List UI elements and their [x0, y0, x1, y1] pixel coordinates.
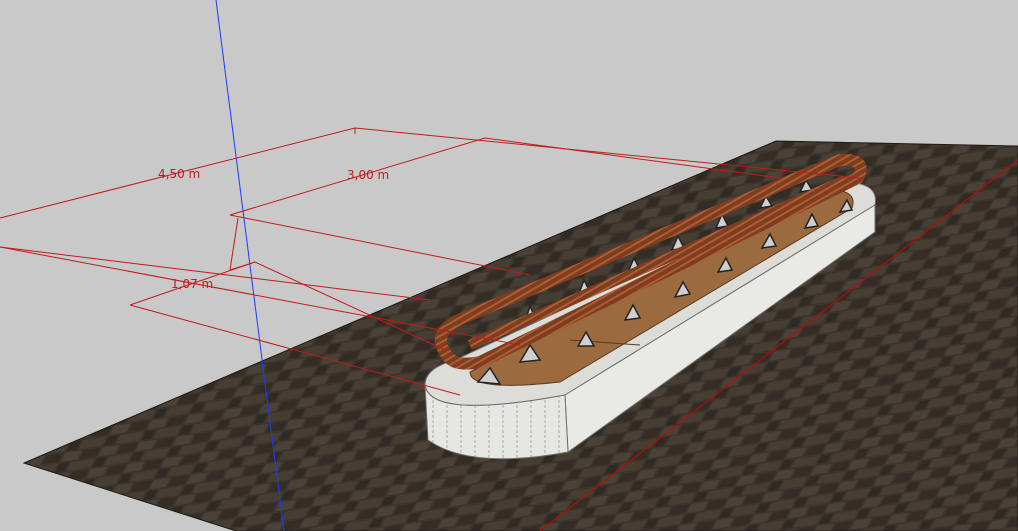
3d-scene[interactable]: 4,50 m 3,00 m 1,07 m	[0, 0, 1018, 531]
sketchup-viewport[interactable]: 4,50 m 3,00 m 1,07 m	[0, 0, 1018, 531]
dimension-label-length-inner[interactable]: 3,00 m	[347, 168, 389, 182]
dimension-label-length-outer[interactable]: 4,50 m	[158, 167, 200, 181]
dimension-label-width[interactable]: 1,07 m	[171, 277, 213, 291]
